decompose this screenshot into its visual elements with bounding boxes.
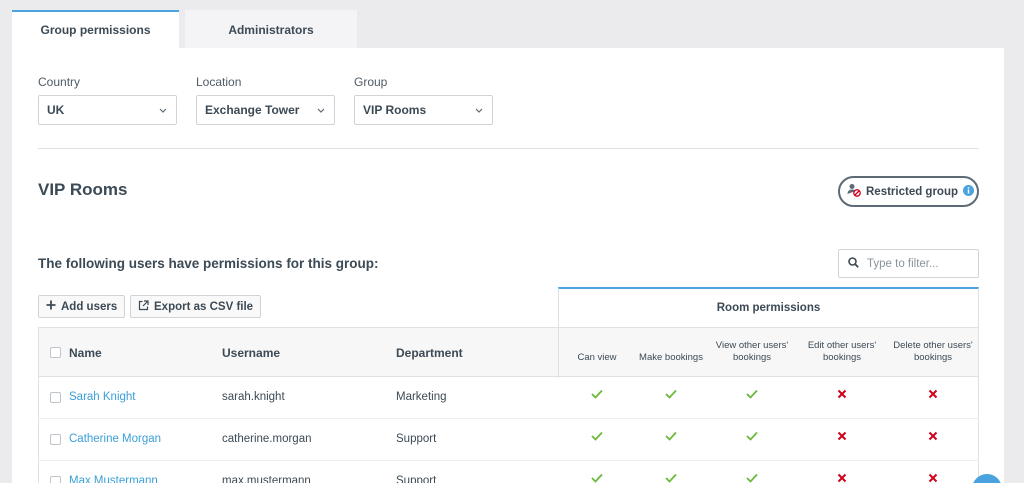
add-users-button[interactable]: Add users bbox=[38, 295, 126, 318]
restricted-group-badge[interactable]: Restricted group bbox=[838, 176, 979, 207]
search-icon bbox=[848, 255, 859, 273]
country-label: Country bbox=[38, 75, 81, 89]
restricted-group-label: Restricted group bbox=[866, 185, 959, 198]
location-value: Exchange Tower bbox=[205, 103, 300, 117]
location-select[interactable]: Exchange Tower bbox=[196, 95, 335, 125]
cross-icon bbox=[888, 389, 978, 399]
add-users-label: Add users bbox=[61, 300, 118, 313]
group-select[interactable]: VIP Rooms bbox=[354, 95, 493, 125]
check-icon bbox=[626, 473, 716, 483]
location-field: Location Exchange Tower bbox=[196, 75, 335, 125]
plus-icon bbox=[46, 300, 56, 313]
username-cell: catherine.morgan bbox=[222, 433, 312, 445]
column-header-view-others: View other users' bookings bbox=[715, 340, 789, 363]
cross-icon bbox=[797, 389, 887, 399]
table-row[interactable]: Max Mustermann max.mustermann Support bbox=[38, 461, 979, 483]
table-body: Sarah Knight sarah.knight Marketing Catheri… bbox=[38, 377, 979, 483]
tab-group-permissions[interactable]: Group permissions bbox=[12, 10, 179, 48]
table-row[interactable]: Catherine Morgan catherine.morgan Support bbox=[38, 419, 979, 461]
country-value: UK bbox=[47, 103, 65, 117]
cross-icon bbox=[888, 473, 978, 483]
department-cell: Support bbox=[396, 475, 437, 483]
user-restricted-icon bbox=[847, 183, 861, 200]
divider bbox=[38, 148, 979, 149]
user-name-link[interactable]: Max Mustermann bbox=[69, 475, 158, 483]
tab-administrators[interactable]: Administrators bbox=[185, 10, 357, 48]
country-field: Country UK bbox=[38, 75, 177, 125]
column-header-username[interactable]: Username bbox=[222, 346, 280, 360]
user-name-link[interactable]: Sarah Knight bbox=[69, 391, 136, 403]
department-cell: Marketing bbox=[396, 391, 447, 403]
cross-icon bbox=[888, 431, 978, 441]
column-header-name[interactable]: Name bbox=[69, 346, 102, 360]
cross-icon bbox=[797, 473, 887, 483]
username-cell: sarah.knight bbox=[222, 391, 285, 403]
check-icon bbox=[707, 473, 797, 483]
check-icon bbox=[626, 431, 716, 441]
filter-box[interactable] bbox=[838, 249, 979, 278]
user-name-link[interactable]: Catherine Morgan bbox=[69, 433, 161, 445]
export-csv-button[interactable]: Export as CSV file bbox=[130, 295, 262, 318]
tab-bar: Group permissions Administrators bbox=[12, 10, 357, 48]
room-permissions-header: Room permissions bbox=[558, 287, 979, 327]
row-checkbox[interactable] bbox=[50, 434, 61, 445]
column-header-edit-others: Edit other users' bookings bbox=[807, 340, 877, 363]
location-label: Location bbox=[196, 75, 242, 89]
chevron-down-icon bbox=[316, 105, 326, 115]
users-heading: The following users have permissions for… bbox=[38, 256, 379, 271]
page-title: VIP Rooms bbox=[38, 180, 128, 199]
permissions-table: Name Username Department Can view Make b… bbox=[38, 327, 979, 483]
group-label: Group bbox=[354, 75, 388, 89]
username-cell: max.mustermann bbox=[222, 475, 311, 483]
chevron-down-icon bbox=[158, 105, 168, 115]
column-header-department[interactable]: Department bbox=[396, 346, 463, 360]
group-value: VIP Rooms bbox=[363, 103, 427, 117]
export-csv-label: Export as CSV file bbox=[154, 300, 254, 313]
check-icon bbox=[707, 389, 797, 399]
table-header: Name Username Department Can view Make b… bbox=[38, 327, 979, 378]
check-icon bbox=[626, 389, 716, 399]
column-header-delete-others: Delete other users' bookings bbox=[893, 340, 973, 363]
cross-icon bbox=[797, 431, 887, 441]
group-field: Group VIP Rooms bbox=[354, 75, 493, 125]
select-all-checkbox[interactable] bbox=[50, 347, 61, 358]
external-link-icon bbox=[138, 299, 149, 314]
country-select[interactable]: UK bbox=[38, 95, 177, 125]
main-panel: Country UK Location Exchange Tower Group… bbox=[12, 48, 1004, 483]
department-cell: Support bbox=[396, 433, 437, 445]
table-row[interactable]: Sarah Knight sarah.knight Marketing bbox=[38, 377, 979, 419]
column-header-make-bookings: Make bookings bbox=[639, 352, 703, 363]
info-icon[interactable] bbox=[963, 184, 975, 199]
chevron-down-icon bbox=[474, 105, 484, 115]
filter-input[interactable] bbox=[867, 257, 972, 270]
row-checkbox[interactable] bbox=[50, 476, 61, 483]
check-icon bbox=[707, 431, 797, 441]
row-checkbox[interactable] bbox=[50, 392, 61, 403]
